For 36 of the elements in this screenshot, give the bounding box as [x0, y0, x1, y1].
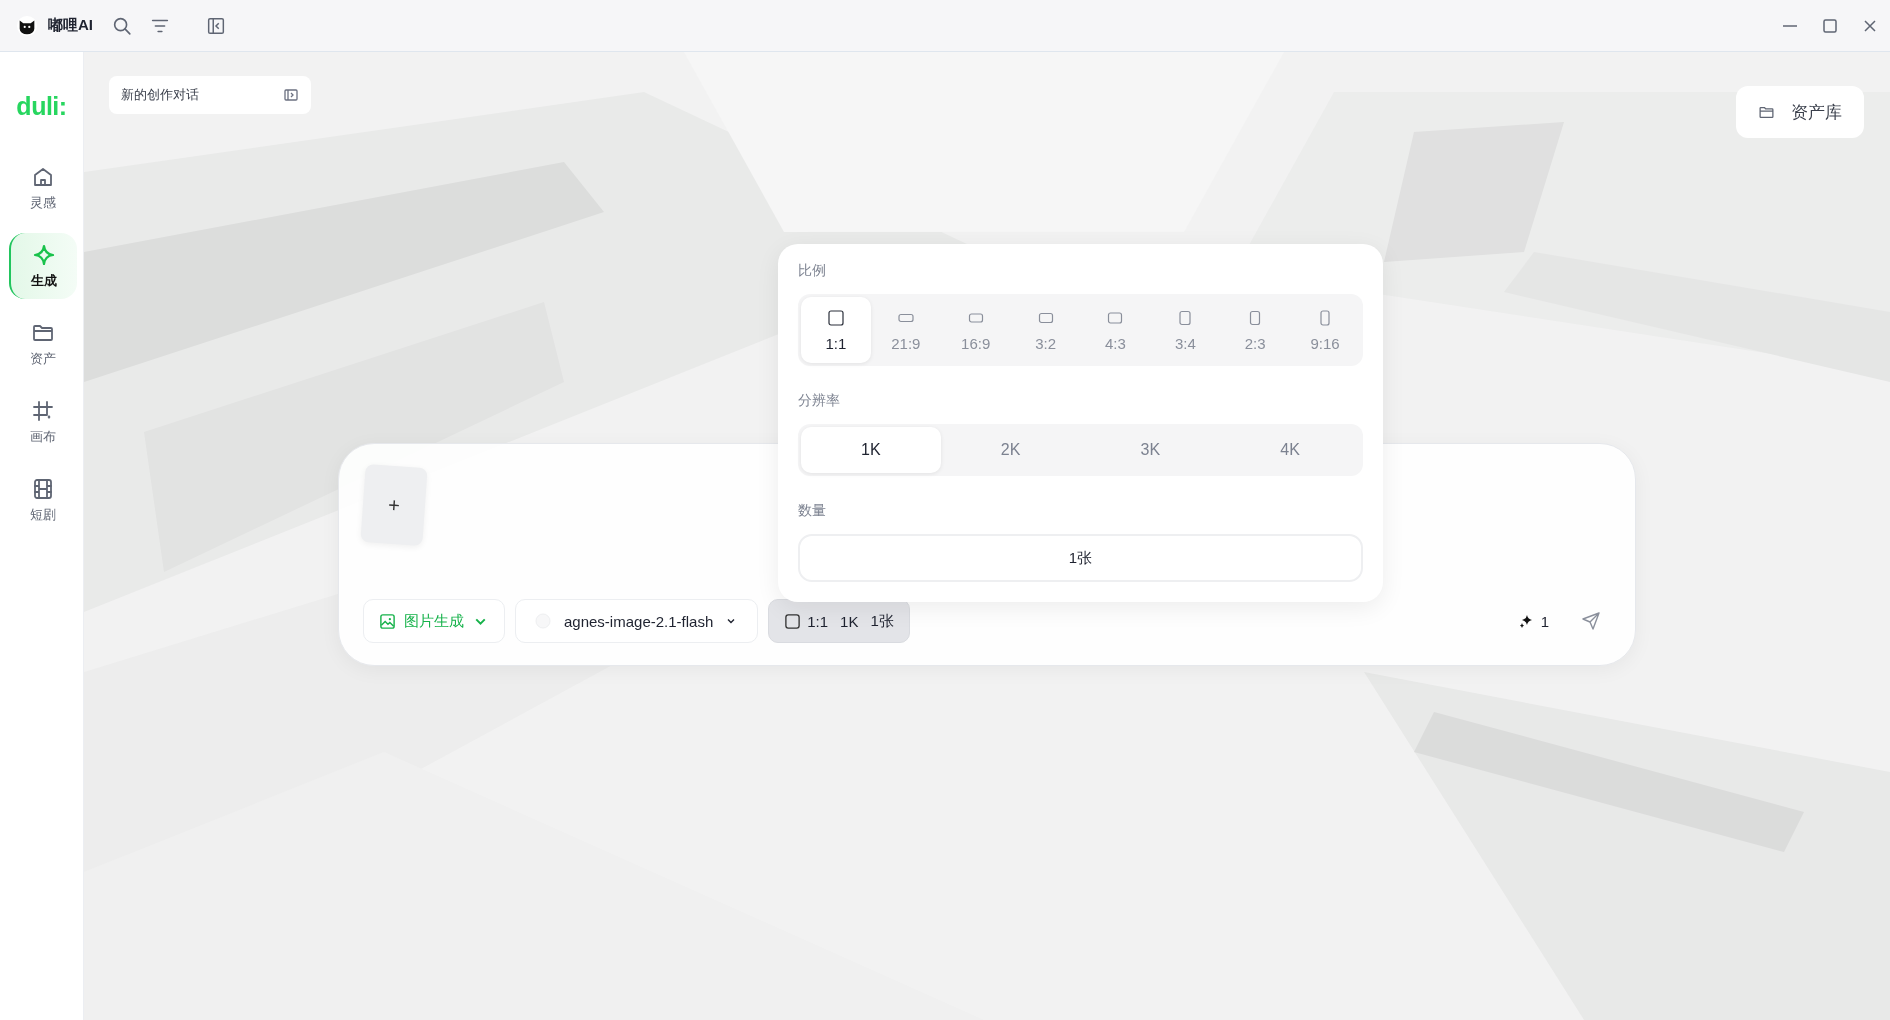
- section-label: 比例: [798, 262, 827, 280]
- setting-value: 1:1: [807, 612, 829, 630]
- asset-library-button[interactable]: 资产库: [1736, 86, 1864, 138]
- square-icon: [784, 612, 802, 630]
- credit-count: 1: [1540, 612, 1549, 630]
- logo: duli:: [16, 92, 67, 121]
- resolution-option[interactable]: 3K: [1080, 427, 1221, 473]
- grid-icon: [30, 398, 55, 423]
- sparkle-icon: [31, 242, 56, 267]
- ratio-option[interactable]: 1:1: [801, 297, 871, 363]
- quantity-field[interactable]: 1张: [798, 534, 1363, 582]
- settings-button[interactable]: 1:1 1K 1张: [768, 599, 910, 643]
- section-label: 分辨率: [798, 392, 841, 410]
- sidebar-item[interactable]: 生成: [8, 233, 77, 299]
- resolution-option[interactable]: 1K: [801, 427, 941, 473]
- model-dropdown[interactable]: agnes-image-2.1-flash: [515, 599, 759, 643]
- sidebar-item[interactable]: 短剧: [8, 467, 77, 533]
- minimize-icon: [1781, 24, 1799, 27]
- sidebar-item[interactable]: 画布: [8, 389, 77, 455]
- setting-value: 1K: [840, 612, 859, 630]
- session-tab[interactable]: 新的创作对话: [109, 76, 311, 114]
- maximize-icon: [1821, 16, 1839, 35]
- section-label: 数量: [798, 502, 827, 520]
- setting-value: 1张: [870, 611, 894, 631]
- resolution-option[interactable]: 2K: [940, 427, 1081, 473]
- ratio-shape-icon: [826, 308, 845, 327]
- send-icon: [1581, 611, 1601, 631]
- image-icon: [379, 612, 396, 630]
- sidebar-item[interactable]: 灵感: [8, 155, 77, 221]
- sparkle-icon: [1518, 614, 1533, 628]
- resolution-option[interactable]: 4K: [1220, 427, 1360, 473]
- cat-logo-icon: [16, 14, 38, 37]
- add-image-button[interactable]: +: [360, 463, 428, 547]
- sidebar-item[interactable]: 资产: [8, 311, 77, 377]
- app-title: 嘟哩AI: [48, 16, 93, 35]
- panel-icon: [283, 87, 299, 103]
